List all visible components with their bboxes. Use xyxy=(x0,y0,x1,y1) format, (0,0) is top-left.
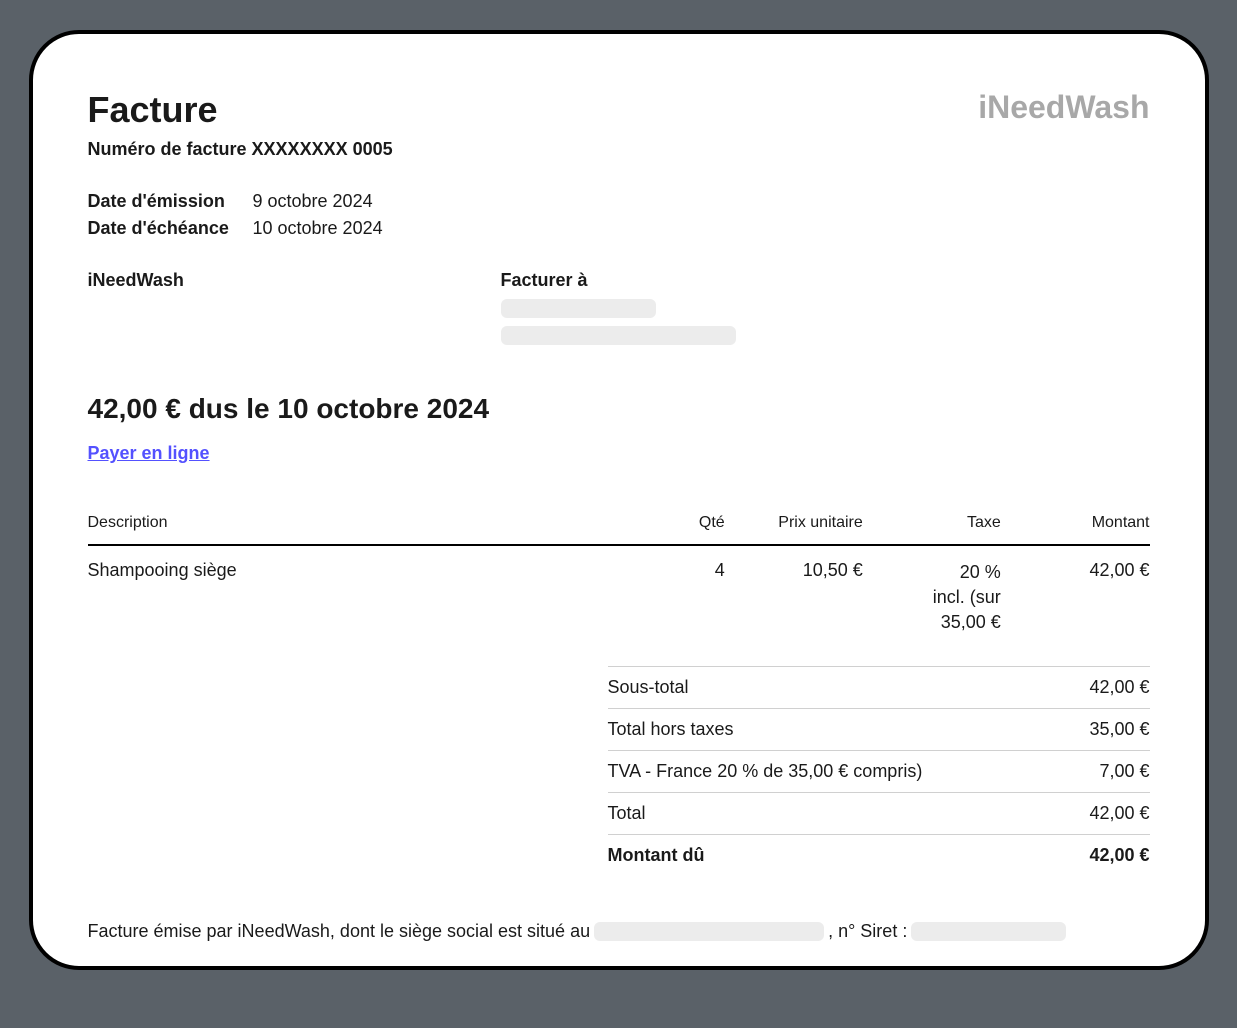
footer-text: Facture émise par iNeedWash, dont le siè… xyxy=(88,921,1150,942)
due-date-label: Date d'échéance xyxy=(88,215,253,242)
totals-block: Sous-total 42,00 € Total hors taxes 35,0… xyxy=(608,666,1150,876)
from-label: iNeedWash xyxy=(88,270,501,291)
invoice-document: Facture iNeedWash Numéro de facture XXXX… xyxy=(29,30,1209,970)
item-tax-line2: incl. (sur xyxy=(863,585,1001,610)
total-value: 42,00 € xyxy=(1089,803,1149,824)
due-date-value: 10 octobre 2024 xyxy=(253,215,383,242)
vat-value: 7,00 € xyxy=(1099,761,1149,782)
item-description: Shampooing siège xyxy=(88,545,619,636)
due-statement: 42,00 € dus le 10 octobre 2024 xyxy=(88,393,1150,425)
item-unit-price: 10,50 € xyxy=(725,545,863,636)
invoice-number: Numéro de facture XXXXXXXX 0005 xyxy=(88,139,1150,160)
footer-part2: , n° Siret : xyxy=(828,921,907,942)
issue-date-label: Date d'émission xyxy=(88,188,253,215)
dates-block: Date d'émission 9 octobre 2024 Date d'éc… xyxy=(88,188,1150,242)
vat-label: TVA - France 20 % de 35,00 € compris) xyxy=(608,761,923,782)
party-to: Facturer à xyxy=(501,270,1150,353)
due-date-row: Date d'échéance 10 octobre 2024 xyxy=(88,215,1150,242)
header-qty: Qté xyxy=(619,514,725,545)
item-tax-line1: 20 % xyxy=(863,560,1001,585)
subtotal-label: Sous-total xyxy=(608,677,689,698)
header-row: Facture iNeedWash xyxy=(88,89,1150,131)
line-items-table: Description Qté Prix unitaire Taxe Monta… xyxy=(88,514,1150,636)
brand-logo-text: iNeedWash xyxy=(978,89,1149,126)
header-tax: Taxe xyxy=(863,514,1001,545)
party-from: iNeedWash xyxy=(88,270,501,353)
table-header-row: Description Qté Prix unitaire Taxe Monta… xyxy=(88,514,1150,545)
redacted-siret xyxy=(911,922,1066,941)
footer-part1: Facture émise par iNeedWash, dont le siè… xyxy=(88,921,591,942)
pay-online-link[interactable]: Payer en ligne xyxy=(88,443,210,464)
amount-due-row: Montant dû 42,00 € xyxy=(608,834,1150,876)
invoice-title: Facture xyxy=(88,89,218,131)
item-tax-line3: 35,00 € xyxy=(863,610,1001,635)
vat-row: TVA - France 20 % de 35,00 € compris) 7,… xyxy=(608,750,1150,792)
subtotal-value: 42,00 € xyxy=(1089,677,1149,698)
table-row: Shampooing siège 4 10,50 € 20 % incl. (s… xyxy=(88,545,1150,636)
to-label: Facturer à xyxy=(501,270,1150,291)
total-label: Total xyxy=(608,803,646,824)
total-row: Total 42,00 € xyxy=(608,792,1150,834)
header-description: Description xyxy=(88,514,619,545)
amount-due-label: Montant dû xyxy=(608,845,705,866)
header-amount: Montant xyxy=(1001,514,1150,545)
redacted-customer-address xyxy=(501,326,736,345)
issue-date-row: Date d'émission 9 octobre 2024 xyxy=(88,188,1150,215)
subtotal-row: Sous-total 42,00 € xyxy=(608,666,1150,708)
redacted-customer-name xyxy=(501,299,656,318)
excl-tax-value: 35,00 € xyxy=(1089,719,1149,740)
header-unit-price: Prix unitaire xyxy=(725,514,863,545)
parties-row: iNeedWash Facturer à xyxy=(88,270,1150,353)
item-qty: 4 xyxy=(619,545,725,636)
item-tax: 20 % incl. (sur 35,00 € xyxy=(863,545,1001,636)
redacted-address xyxy=(594,922,824,941)
excl-tax-label: Total hors taxes xyxy=(608,719,734,740)
item-amount: 42,00 € xyxy=(1001,545,1150,636)
excl-tax-row: Total hors taxes 35,00 € xyxy=(608,708,1150,750)
issue-date-value: 9 octobre 2024 xyxy=(253,188,373,215)
amount-due-value: 42,00 € xyxy=(1089,845,1149,866)
